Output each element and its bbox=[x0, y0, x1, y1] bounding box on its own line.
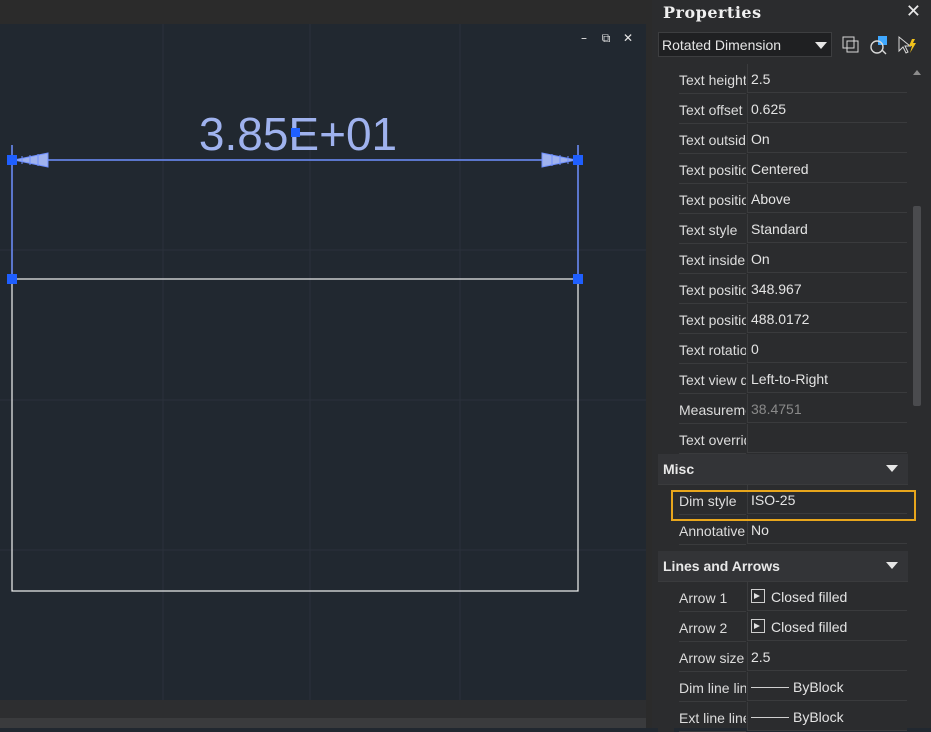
chevron-down-icon[interactable] bbox=[886, 465, 898, 472]
grip-text[interactable] bbox=[291, 128, 300, 137]
prop-name: Text position horizontal bbox=[679, 154, 746, 184]
scroll-up-icon[interactable] bbox=[913, 70, 921, 75]
prop-value[interactable]: On bbox=[747, 124, 907, 153]
prop-name: Dim line linetype bbox=[679, 672, 746, 702]
prop-value[interactable]: 0 bbox=[747, 334, 907, 363]
prop-row-text-pos-x[interactable]: Text position X 348.967 bbox=[658, 274, 908, 304]
prop-row-text-override[interactable]: Text override bbox=[658, 424, 908, 454]
prop-value[interactable]: Closed filled bbox=[747, 582, 907, 611]
prop-name: Text height bbox=[679, 64, 746, 94]
prop-name: Text outside align bbox=[679, 124, 746, 154]
section-lines-arrows[interactable]: Lines and Arrows bbox=[658, 551, 908, 582]
prop-value[interactable]: Standard bbox=[747, 214, 907, 243]
prop-value[interactable]: Left-to-Right bbox=[747, 364, 907, 393]
prop-value[interactable]: No bbox=[747, 515, 907, 544]
close-icon[interactable]: ✕ bbox=[906, 1, 921, 22]
prop-value[interactable]: On bbox=[747, 244, 907, 273]
rectangle-shape[interactable] bbox=[11, 278, 579, 592]
section-misc[interactable]: Misc bbox=[658, 454, 908, 485]
prop-name: Arrow 1 bbox=[679, 582, 746, 612]
properties-panel: Properties ✕ Rotated Dimension Text heig… bbox=[652, 0, 931, 732]
chevron-down-icon bbox=[815, 42, 827, 49]
prop-value[interactable]: 0.625 bbox=[747, 94, 907, 123]
prop-value[interactable]: 2.5 bbox=[747, 64, 907, 93]
prop-value[interactable]: 2.5 bbox=[747, 642, 907, 671]
prop-row-text-pos-h[interactable]: Text position horizontal Centered bbox=[658, 154, 908, 184]
prop-value[interactable]: 488.0172 bbox=[747, 304, 907, 333]
prop-name: Text offset bbox=[679, 94, 746, 124]
prop-row-text-outside[interactable]: Text outside align On bbox=[658, 124, 908, 154]
minimize-icon[interactable]: – bbox=[576, 30, 592, 46]
prop-value[interactable]: Centered bbox=[747, 154, 907, 183]
linetype-swatch bbox=[751, 687, 789, 688]
section-label: Misc bbox=[663, 461, 695, 477]
grip-ext-end[interactable] bbox=[573, 274, 583, 284]
prop-row-text-pos-v[interactable]: Text position vertical Above bbox=[658, 184, 908, 214]
object-type-select[interactable]: Rotated Dimension bbox=[658, 32, 832, 57]
vertical-scrollbar[interactable] bbox=[910, 66, 924, 728]
prop-row-arrow-2[interactable]: Arrow 2 Closed filled bbox=[658, 612, 908, 642]
prop-name: Arrow size bbox=[679, 642, 746, 672]
prop-row-arrow-size[interactable]: Arrow size 2.5 bbox=[658, 642, 908, 672]
scroll-thumb[interactable] bbox=[913, 206, 921, 406]
drawing-svg[interactable]: 3.85E+01 bbox=[0, 0, 646, 728]
grip-dim-start[interactable] bbox=[7, 155, 17, 165]
prop-name: Text position X bbox=[679, 274, 746, 304]
panel-title: Properties bbox=[663, 3, 762, 22]
prop-value[interactable] bbox=[747, 424, 907, 453]
prop-row-dim-style[interactable]: Dim style ISO-25 bbox=[658, 485, 908, 515]
prop-value[interactable]: ByBlock bbox=[747, 672, 907, 701]
object-type-value: Rotated Dimension bbox=[662, 37, 782, 53]
panel-toolbar bbox=[840, 34, 918, 56]
prop-row-text-pos-y[interactable]: Text position Y 488.0172 bbox=[658, 304, 908, 334]
prop-row-text-height[interactable]: Text height 2.5 bbox=[658, 64, 908, 94]
arrowhead-icon bbox=[751, 619, 765, 633]
prop-value[interactable]: Closed filled bbox=[747, 612, 907, 641]
arrowhead-right bbox=[541, 152, 577, 168]
prop-row-text-offset[interactable]: Text offset 0.625 bbox=[658, 94, 908, 124]
drawing-canvas[interactable]: 3.85E+01 – ⧉ ✕ bbox=[0, 0, 646, 728]
arrowhead-icon bbox=[751, 589, 765, 603]
close-icon[interactable]: ✕ bbox=[620, 30, 636, 46]
chevron-down-icon[interactable] bbox=[886, 562, 898, 569]
prop-name: Annotative bbox=[679, 515, 746, 545]
prop-value[interactable]: 348.967 bbox=[747, 274, 907, 303]
prop-row-text-view[interactable]: Text view direction Left-to-Right bbox=[658, 364, 908, 394]
prop-row-annotative[interactable]: Annotative No bbox=[658, 515, 908, 545]
prop-row-text-inside[interactable]: Text inside align On bbox=[658, 244, 908, 274]
grip-ext-start[interactable] bbox=[7, 274, 17, 284]
prop-name: Text inside align bbox=[679, 244, 746, 274]
horizontal-scrollbar[interactable] bbox=[0, 718, 646, 728]
grip-dim-end[interactable] bbox=[573, 155, 583, 165]
prop-name: Text override bbox=[679, 424, 746, 454]
prop-name: Text rotation bbox=[679, 334, 746, 364]
prop-name: Measurement bbox=[679, 394, 746, 424]
prop-name: Arrow 2 bbox=[679, 612, 746, 642]
viewport-window-controls: – ⧉ ✕ bbox=[576, 30, 636, 46]
prop-value[interactable]: ISO-25 bbox=[747, 485, 907, 514]
prop-name: Dim style bbox=[679, 485, 746, 515]
prop-row-arrow-1[interactable]: Arrow 1 Closed filled bbox=[658, 582, 908, 612]
prop-name: Text position Y bbox=[679, 304, 746, 334]
property-grid: Text height 2.5 Text offset 0.625 Text o… bbox=[658, 64, 908, 732]
prop-row-measurement[interactable]: Measurement 38.4751 bbox=[658, 394, 908, 424]
section-label: Lines and Arrows bbox=[663, 558, 780, 574]
prop-row-dim-linetype[interactable]: Dim line linetype ByBlock bbox=[658, 672, 908, 702]
prop-row-text-rotation[interactable]: Text rotation 0 bbox=[658, 334, 908, 364]
prop-row-text-style[interactable]: Text style Standard bbox=[658, 214, 908, 244]
prop-name: Text view direction bbox=[679, 364, 746, 394]
prop-value[interactable]: ByBlock bbox=[747, 702, 907, 731]
arrowhead-left bbox=[13, 152, 49, 168]
prop-value: 38.4751 bbox=[747, 394, 907, 423]
prop-value[interactable]: Above bbox=[747, 184, 907, 213]
quick-select-icon[interactable] bbox=[896, 34, 918, 56]
select-objects-icon[interactable] bbox=[868, 34, 890, 56]
prop-name: Text position vertical bbox=[679, 184, 746, 214]
prop-name: Text style bbox=[679, 214, 746, 244]
linetype-swatch bbox=[751, 717, 789, 718]
canvas-bottom-bar bbox=[0, 700, 646, 728]
toggle-pickadd-icon[interactable] bbox=[840, 34, 862, 56]
restore-icon[interactable]: ⧉ bbox=[598, 30, 614, 46]
